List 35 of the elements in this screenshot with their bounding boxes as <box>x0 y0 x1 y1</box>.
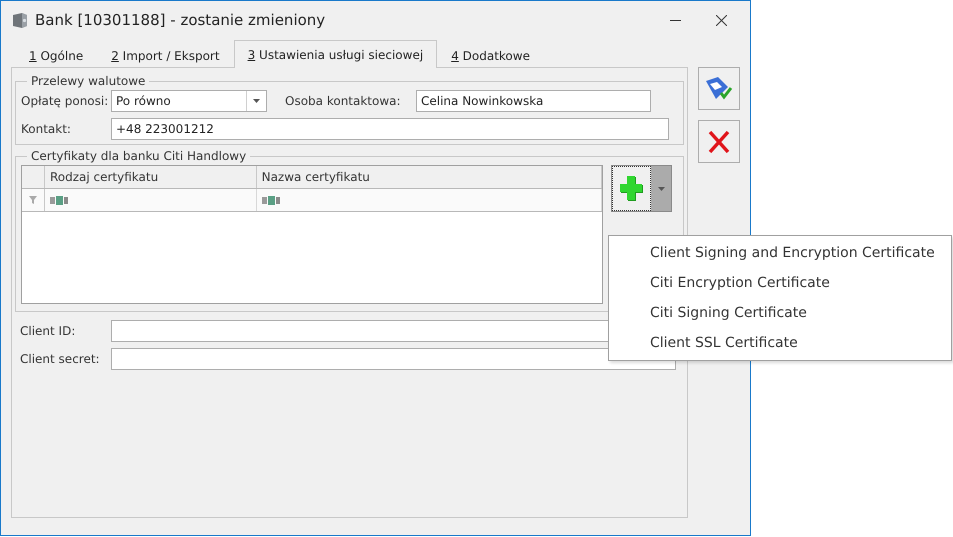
field-label: Kontakt: <box>21 122 72 136</box>
menu-item[interactable]: Client SSL Certificate <box>609 328 951 358</box>
menu-item[interactable]: Citi Signing Certificate <box>609 298 951 328</box>
window-title: Bank [10301188] - zostanie zmieniony <box>35 11 326 29</box>
field-label: Client secret: <box>20 352 101 366</box>
plus-icon <box>620 176 644 202</box>
close-icon <box>708 130 730 154</box>
save-button[interactable] <box>698 67 740 110</box>
caret-icon <box>658 186 664 190</box>
tab[interactable]: 1 Ogólne <box>15 43 98 67</box>
input-field[interactable]: +48 223001212 <box>111 118 669 140</box>
close-icon <box>716 14 726 26</box>
field-label: Client ID: <box>20 324 76 338</box>
column-header[interactable]: Rodzaj certyfikatu <box>44 166 257 188</box>
add-button[interactable] <box>612 166 651 211</box>
tab[interactable]: 2 Import / Eksport <box>97 43 234 67</box>
group-title: Certyfikaty dla banku Citi Handlowy <box>30 149 248 163</box>
menu-item[interactable]: Client Signing and Encryption Certificate <box>609 238 951 268</box>
abc-filter-icon <box>50 196 70 204</box>
cancel-button[interactable] <box>698 120 740 163</box>
input-field[interactable]: Celina Nowinkowska <box>416 90 651 112</box>
field-label: Osoba kontaktowa: <box>284 94 402 108</box>
caret-icon <box>253 99 260 103</box>
input-field[interactable] <box>111 348 676 370</box>
group-title: Przelewy walutowe <box>30 74 146 88</box>
menu-item[interactable]: Citi Encryption Certificate <box>609 268 951 298</box>
column-header[interactable]: Nazwa certyfikatu <box>256 166 602 188</box>
safe-icon <box>11 11 29 29</box>
field-label: Opłatę ponosi: <box>21 94 110 108</box>
dropdown-value: Po równo <box>115 93 172 110</box>
tab[interactable]: 4 Dodatkowe <box>437 43 544 67</box>
tab[interactable]: 3 Ustawienia usługi sieciowej <box>234 40 438 68</box>
fee-dropdown[interactable]: Po równo <box>111 90 267 112</box>
filter-icon[interactable] <box>28 196 37 204</box>
abc-filter-icon <box>262 196 282 204</box>
